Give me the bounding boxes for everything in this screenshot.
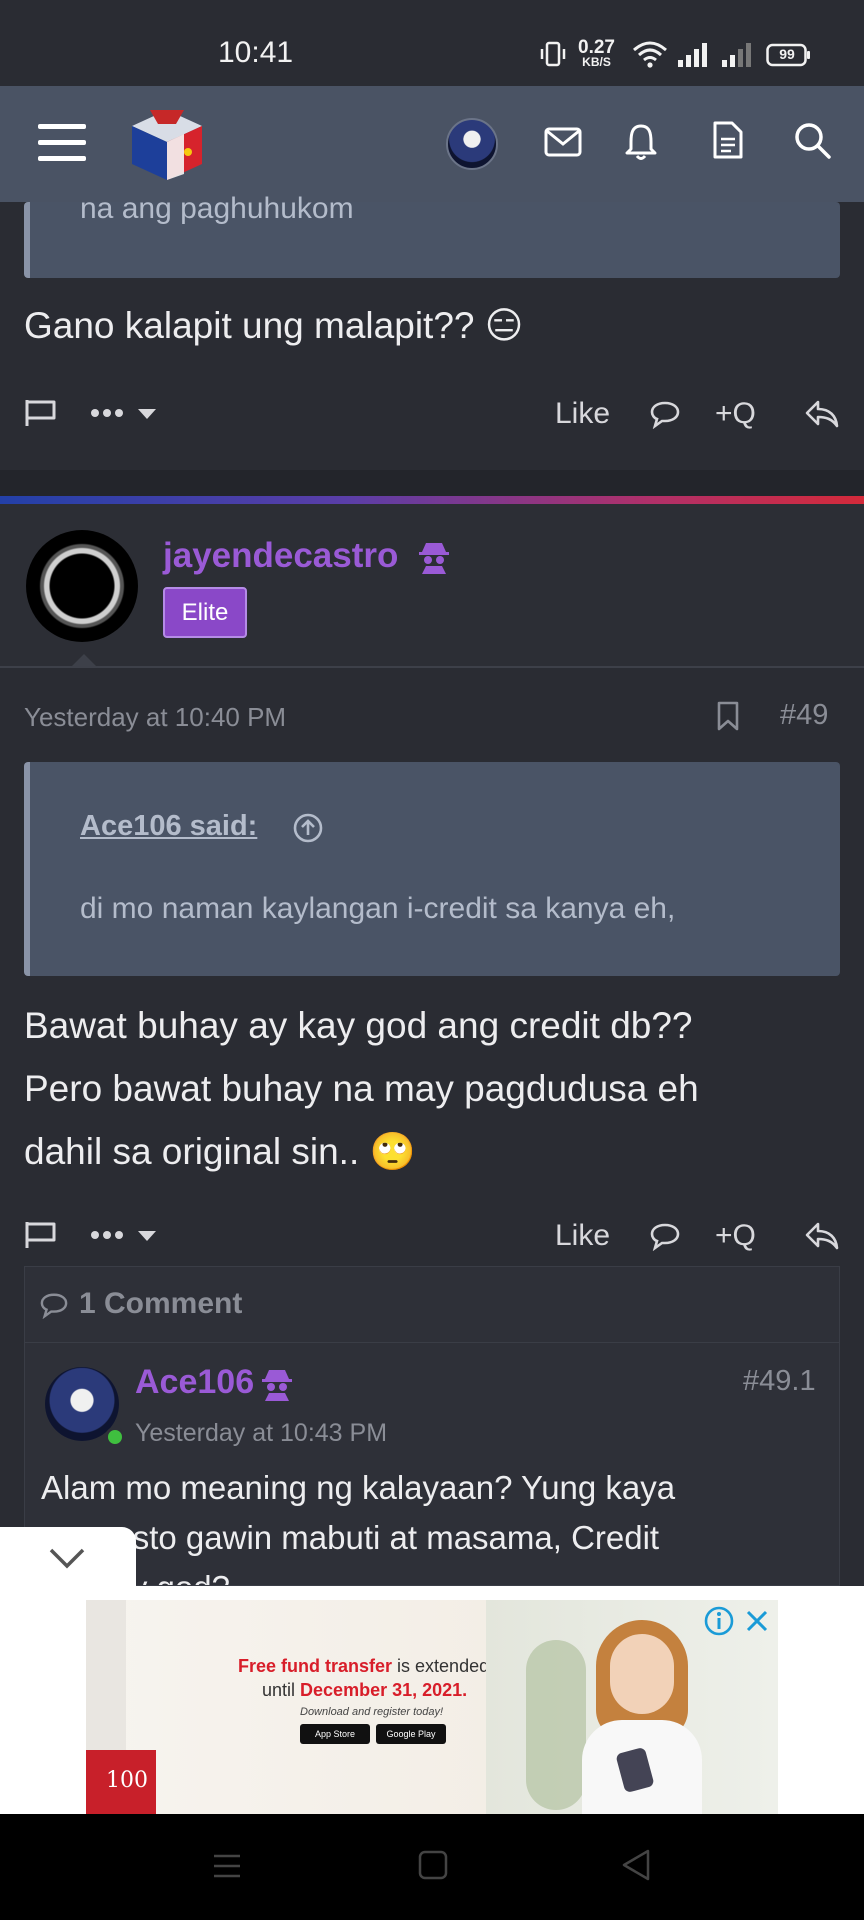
avatar[interactable] (446, 118, 498, 170)
flag-divider (0, 496, 864, 504)
comment-time[interactable]: Yesterday at 10:43 PM (135, 1419, 387, 1448)
comment-icon[interactable] (649, 1221, 681, 1251)
quote-button[interactable]: +Q (715, 397, 756, 431)
spy-icon (261, 1367, 293, 1401)
network-speed-value: 0.27 (578, 37, 615, 58)
document-icon[interactable] (712, 120, 744, 160)
post-body: Gano kalapit ung malapit?? 😑 (24, 305, 524, 346)
app-bar (0, 86, 864, 202)
comment-icon (39, 1291, 69, 1319)
comment-icon[interactable] (649, 399, 681, 429)
quote-block: Ace106 said: di mo naman kaylangan i-cre… (24, 762, 840, 976)
network-speed-unit: KB/S (582, 55, 611, 69)
ad-plant (526, 1640, 586, 1810)
ad-close-icon[interactable] (744, 1608, 770, 1634)
post-body-line: dahil sa original sin.. 🙄 (24, 1131, 416, 1172)
ad-photo (486, 1600, 778, 1814)
comment-author[interactable]: Ace106 (135, 1363, 254, 1402)
vibrate-icon (540, 40, 566, 68)
flag-icon[interactable] (24, 398, 58, 428)
comment-number[interactable]: #49.1 (743, 1365, 816, 1398)
post-body-line: Bawat buhay ay kay god ang credit db?? (24, 1005, 693, 1046)
post-number[interactable]: #49 (780, 699, 828, 732)
ad-container: 100 Free fund transfer is extended until… (0, 1586, 864, 1814)
comments-section: 1 Comment Ace106 #49.1 Yesterday at 10:4… (24, 1266, 840, 1586)
like-button[interactable]: Like (555, 1219, 610, 1253)
bell-icon[interactable] (624, 122, 658, 162)
quote-text: na ang paghuhukom (80, 192, 354, 225)
back-icon[interactable] (620, 1848, 652, 1882)
recent-apps-icon[interactable] (212, 1852, 242, 1880)
spy-icon (418, 540, 450, 574)
mail-icon[interactable] (544, 126, 582, 158)
ad-banner[interactable]: 100 Free fund transfer is extended until… (86, 1600, 778, 1814)
signal-icon (676, 42, 710, 68)
logo[interactable] (126, 104, 208, 184)
quote-text: di mo naman kaylangan i-credit sa kanya … (80, 892, 676, 925)
home-icon[interactable] (418, 1850, 448, 1880)
ad-line-1-highlight: Free fund transfer (238, 1656, 393, 1676)
quote-button[interactable]: +Q (715, 1219, 756, 1253)
menu-icon[interactable] (38, 122, 88, 164)
ad-line-2-prefix: until (262, 1680, 301, 1700)
reply-icon[interactable] (804, 1220, 840, 1252)
author-avatar[interactable] (26, 530, 138, 642)
author-name[interactable]: jayendecastro (163, 536, 398, 576)
app-store-badge[interactable]: App Store (300, 1724, 370, 1744)
header-pointer (70, 654, 98, 668)
more-options-icon[interactable] (90, 400, 160, 426)
flag-icon[interactable] (24, 1220, 58, 1250)
bookmark-icon[interactable] (716, 700, 740, 732)
comments-count: 1 Comment (79, 1287, 243, 1320)
elite-badge: Elite (163, 587, 247, 638)
post-separator (0, 470, 864, 496)
post-time[interactable]: Yesterday at 10:40 PM (24, 702, 286, 733)
ad-line-2-highlight: December 31, 2021. (300, 1680, 468, 1700)
ad-line-2: until December 31, 2021. (262, 1680, 467, 1701)
search-icon[interactable] (794, 122, 832, 160)
like-button[interactable]: Like (555, 397, 610, 431)
ad-face (610, 1634, 674, 1714)
ad-anniversary-badge: 100 (106, 1768, 148, 1793)
ad-line-1: Free fund transfer is extended (238, 1656, 489, 1677)
post-body-line: Pero bawat buhay na may pagdudusa eh (24, 1068, 699, 1109)
quote-block: na ang paghuhukom (24, 192, 840, 278)
signal-icon-2 (720, 42, 754, 68)
online-indicator (105, 1427, 125, 1447)
ad-line-3: Download and register today! (300, 1706, 444, 1718)
chevron-down-icon (48, 1547, 86, 1569)
reply-icon[interactable] (804, 398, 840, 430)
battery-level: 99 (779, 46, 795, 62)
wifi-icon (632, 40, 668, 68)
status-time: 10:41 (218, 36, 294, 69)
battery-icon: 99 (766, 43, 812, 67)
ad-line-1-rest: is extended (392, 1656, 490, 1676)
ad-info-icon[interactable] (704, 1606, 734, 1636)
comments-header[interactable]: 1 Comment (25, 1267, 839, 1343)
collapse-ad-button[interactable] (0, 1527, 136, 1589)
arrow-up-circle-icon[interactable] (292, 812, 324, 844)
comment-text-line: Alam mo meaning ng kalayaan? Yung kaya (41, 1469, 676, 1506)
network-speed: 0.27 KB/S (578, 37, 615, 70)
quote-author[interactable]: Ace106 said: (80, 810, 257, 843)
system-nav-bar (0, 1814, 864, 1920)
google-play-badge[interactable]: Google Play (376, 1724, 446, 1744)
more-options-icon[interactable] (90, 1222, 160, 1248)
status-bar: 10:41 0.27 KB/S 99 (0, 0, 864, 86)
